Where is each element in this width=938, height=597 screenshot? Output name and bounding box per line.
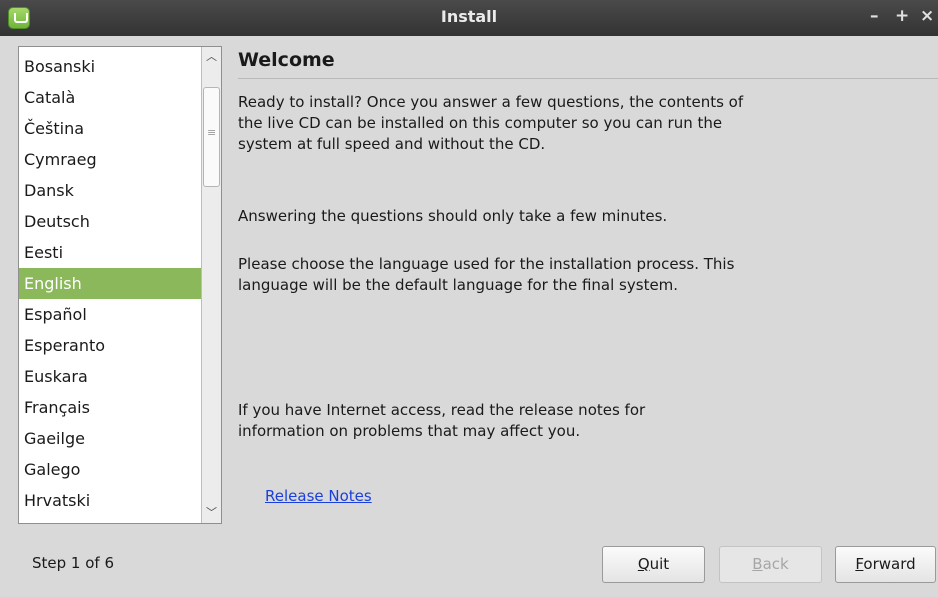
back-label: ack [762, 555, 789, 573]
language-item[interactable]: Čeština [19, 113, 201, 144]
window-title: Install [440, 7, 498, 26]
language-item[interactable]: Cymraeg [19, 144, 201, 175]
close-button[interactable]: × [920, 6, 934, 26]
language-item[interactable]: Català [19, 82, 201, 113]
forward-button[interactable]: Forward [835, 546, 936, 583]
step-indicator: Step 1 of 6 [32, 554, 115, 572]
release-notes-info-text: If you have Internet access, read the re… [238, 401, 646, 440]
language-list[interactable]: Bosanski Català Čeština Cymraeg Dansk Deutsch… [18, 46, 222, 524]
title-bar[interactable]: Install – + × [0, 0, 938, 36]
language-item[interactable]: Gaeilge [19, 423, 201, 454]
scroll-up-arrow-icon[interactable]: ︿ [202, 47, 221, 67]
language-item[interactable]: Dansk [19, 175, 201, 206]
language-item[interactable]: Français [19, 392, 201, 423]
language-item[interactable]: Español [19, 299, 201, 330]
release-notes-link[interactable]: Release Notes [265, 487, 372, 505]
back-mnemonic: B [752, 555, 763, 573]
quit-mnemonic: Q [637, 555, 650, 573]
language-item[interactable]: Euskara [19, 361, 201, 392]
language-item[interactable]: English [19, 268, 201, 299]
language-item[interactable]: Eesti [19, 237, 201, 268]
language-item[interactable]: Hrvatski [19, 485, 201, 516]
duration-text: Answering the questions should only take… [238, 207, 668, 225]
language-item[interactable]: Esperanto [19, 330, 201, 361]
scroll-thumb[interactable] [203, 87, 220, 187]
back-button[interactable]: Back [719, 546, 822, 583]
maximize-button[interactable]: + [895, 6, 909, 26]
language-item[interactable]: Deutsch [19, 206, 201, 237]
scroll-down-arrow-icon[interactable]: ﹀ [202, 503, 221, 523]
installer-window: Install – + × Bosanski Català Čeština Cymra… [0, 0, 938, 597]
forward-label: orward [863, 555, 916, 573]
language-item[interactable]: Bosanski [19, 51, 201, 82]
language-item[interactable]: Galego [19, 454, 201, 485]
quit-button[interactable]: Quit [602, 546, 705, 583]
page-title: Welcome [238, 49, 335, 71]
minimize-button[interactable]: – [870, 6, 879, 26]
language-instruction-text: Please choose the language used for the … [238, 255, 735, 294]
intro-text: Ready to install? Once you answer a few … [238, 93, 744, 153]
welcome-panel: Welcome Ready to install? Once you answe… [238, 46, 938, 505]
language-list-items: Bosanski Català Čeština Cymraeg Dansk Deutsch… [19, 51, 201, 516]
quit-label: uit [649, 555, 670, 573]
heading-divider [238, 78, 938, 79]
language-list-scrollbar[interactable]: ︿ ﹀ [201, 47, 221, 523]
